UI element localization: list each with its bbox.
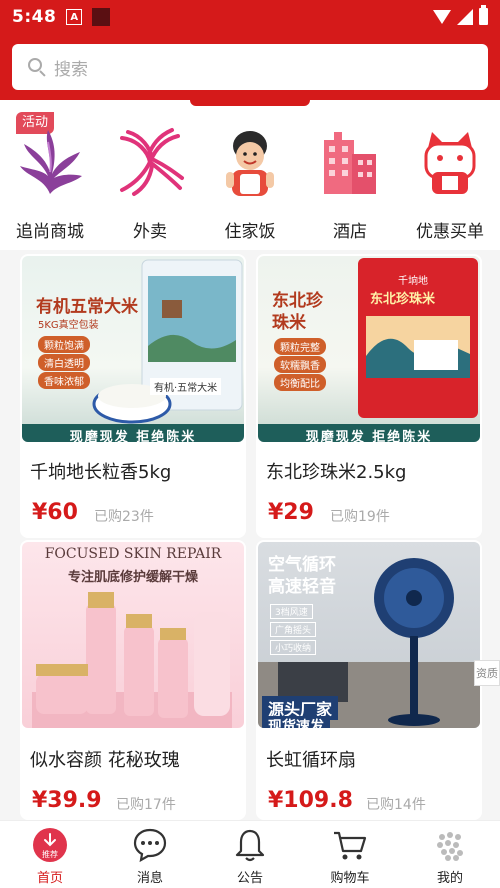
notification-icon: A [66, 9, 83, 25]
status-bar: 5:48 A [0, 0, 500, 34]
purple-bird-logo-icon [14, 126, 86, 198]
image-headline: 有机五常大米 [36, 297, 138, 317]
category-hotel[interactable]: 酒店 [302, 112, 398, 247]
search-input[interactable]: 搜索 [12, 44, 488, 90]
app-screen: 5:48 A 搜索 活动 追尚商城 外卖 住家饭 酒店 优惠买单 有机五常大米 … [0, 0, 500, 888]
product-name: 东北珍珠米2.5kg [266, 462, 407, 483]
nav-home[interactable]: 推荐 首页 [0, 825, 100, 886]
image-tag: 3档风速 [270, 604, 313, 619]
product-image: FOCUSED SKIN REPAIR 专注肌底修护缓解干燥 [22, 542, 244, 728]
nav-label: 购物车 [330, 871, 370, 886]
image-footer-2: 现货速发 [262, 716, 330, 728]
category-strip: 活动 追尚商城 外卖 住家饭 酒店 优惠买单 [0, 100, 500, 250]
image-footer: 现磨现发 拒绝陈米 [305, 430, 433, 442]
battery-icon [479, 5, 488, 25]
product-sold-count: 已购14件 [366, 797, 426, 813]
image-tag: 广角摇头 [270, 622, 317, 637]
image-headline: FOCUSED SKIN REPAIR [44, 546, 222, 562]
image-tag: 颗粒饱满 [38, 336, 90, 353]
product-image: 空气循环 高速轻音 3档风速 广角摇头 小巧收纳 源头厂家 现货速发 [258, 542, 480, 728]
nav-label: 公告 [236, 871, 263, 886]
category-discount-pay[interactable]: 优惠买单 [402, 112, 498, 247]
avatar-icon [432, 827, 468, 863]
product-card[interactable]: 空气循环 高速轻音 3档风速 广角摇头 小巧收纳 源头厂家 现货速发 长虹循环扇… [256, 540, 482, 820]
image-footer: 现磨现发 拒绝陈米 [69, 430, 197, 442]
header: 搜索 [0, 34, 500, 100]
product-card[interactable]: FOCUSED SKIN REPAIR 专注肌底修护缓解干燥 似水容颜 花秘玫瑰… [20, 540, 246, 820]
image-bag-label: 有机·五常大米 [150, 378, 222, 395]
pink-swirl-logo-icon [114, 126, 186, 198]
nav-cart[interactable]: 购物车 [300, 825, 400, 886]
status-time: 5:48 [12, 7, 57, 27]
cart-icon [332, 827, 368, 863]
nav-profile[interactable]: 我的 [400, 825, 500, 886]
nav-messages[interactable]: 消息 [100, 825, 200, 886]
bottom-nav: 推荐 首页 消息 公告 购物车 我的 [0, 820, 500, 888]
search-placeholder: 搜索 [54, 59, 88, 80]
category-label: 优惠买单 [416, 222, 484, 242]
home-recommend-icon: 推荐 [32, 827, 68, 863]
product-name: 长虹循环扇 [266, 750, 356, 771]
signal-icon [457, 8, 473, 25]
product-name: 千垧地长粒香5kg [30, 462, 172, 483]
category-label: 酒店 [333, 222, 367, 242]
chef-lady-icon [214, 126, 286, 198]
lucky-cat-icon [414, 126, 486, 198]
image-subhead: 5KG真空包装 [38, 320, 99, 331]
product-sold-count: 已购19件 [330, 509, 390, 525]
product-image: 东北珍珠米 颗粒完整 软糯飘香 均衡配比 千垧地 东北珍珠米 现磨现发 拒绝陈米 [258, 256, 480, 442]
bell-icon [232, 827, 268, 863]
product-sold-count: 已购23件 [94, 509, 154, 525]
image-headline-2: 高速轻音 [268, 577, 336, 597]
image-subhead: 专注肌底修护缓解干燥 [67, 570, 198, 585]
image-bag-label: 东北珍珠米 [370, 292, 436, 307]
product-price: ¥60 [32, 500, 78, 525]
product-price: ¥109.8 [268, 788, 353, 813]
wifi-icon [433, 9, 451, 24]
chat-bubble-icon [132, 827, 168, 863]
image-tag: 清白透明 [38, 354, 90, 371]
image-headline: 东北珍珠米 [272, 291, 323, 333]
nav-label: 消息 [136, 871, 163, 886]
product-sold-count: 已购17件 [116, 797, 176, 813]
category-home-meals[interactable]: 住家饭 [202, 112, 298, 247]
product-price: ¥29 [268, 500, 314, 525]
search-icon [28, 58, 46, 77]
home-badge: 推荐 [42, 850, 58, 859]
nav-label: 我的 [436, 871, 463, 886]
image-tag: 软糯飘香 [274, 356, 326, 373]
nav-label: 首页 [36, 871, 63, 886]
product-name: 似水容颜 花秘玫瑰 [30, 750, 180, 771]
image-tag: 均衡配比 [274, 374, 326, 391]
category-label: 住家饭 [224, 222, 276, 242]
header-tab-indicator [190, 100, 310, 106]
image-bag-brand: 千垧地 [398, 276, 428, 287]
category-zhuishang-mall[interactable]: 活动 追尚商城 [2, 112, 98, 247]
product-card[interactable]: 有机五常大米 5KG真空包装 颗粒饱满 清白透明 香味浓郁 有机·五常大米 现磨… [20, 254, 246, 538]
nav-announcements[interactable]: 公告 [200, 825, 300, 886]
product-price: ¥39.9 [32, 788, 102, 813]
image-tag: 颗粒完整 [274, 338, 326, 355]
app-notification-icon [92, 8, 111, 26]
pink-building-icon [314, 126, 386, 198]
qualification-tab[interactable]: 资质 [474, 660, 500, 686]
category-takeout[interactable]: 外卖 [102, 112, 198, 247]
image-tag: 小巧收纳 [270, 640, 317, 655]
product-image: 有机五常大米 5KG真空包装 颗粒饱满 清白透明 香味浓郁 有机·五常大米 现磨… [22, 256, 244, 442]
status-icons [433, 5, 488, 25]
category-label: 外卖 [133, 222, 167, 242]
product-card[interactable]: 东北珍珠米 颗粒完整 软糯飘香 均衡配比 千垧地 东北珍珠米 现磨现发 拒绝陈米… [256, 254, 482, 538]
category-label: 追尚商城 [16, 222, 84, 242]
image-tag: 香味浓郁 [38, 372, 90, 389]
